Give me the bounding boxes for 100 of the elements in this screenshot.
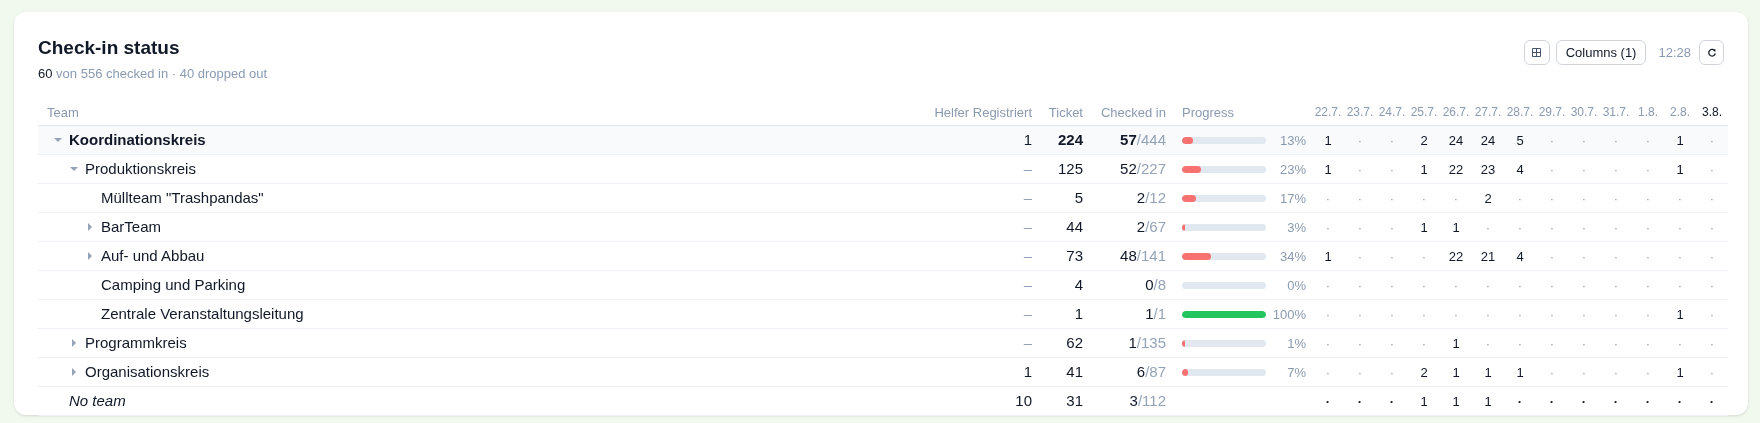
date-cell-text: ·	[1484, 334, 1492, 353]
date-cell-text: 2	[1483, 189, 1493, 208]
date-cell-text: 1	[1419, 160, 1429, 179]
date-header: 24.7.	[1377, 104, 1407, 122]
date-cell-text: 1	[1675, 160, 1685, 179]
table-cell-text: –	[1022, 333, 1032, 353]
date-cell-text: ·	[1452, 276, 1460, 295]
date-cell-text: ·	[1484, 218, 1492, 237]
date-cell-text: ·	[1644, 160, 1652, 179]
table-cell-text: 10	[1014, 391, 1032, 411]
date-header: 22.7.	[1313, 104, 1343, 122]
table-cell-text: –	[1022, 188, 1032, 208]
date-cell-text: 21	[1479, 247, 1497, 266]
date-cell-text: ·	[1612, 131, 1620, 150]
table-cell-text: 48/141	[1119, 246, 1166, 266]
team-name: Zentrale Veranstaltungsleitung	[101, 304, 304, 324]
date-cell-text: ·	[1516, 276, 1524, 295]
table-cell-text: 52/227	[1119, 159, 1166, 179]
team-name: Produktionskreis	[85, 159, 196, 179]
date-cell-text: ·	[1324, 392, 1332, 411]
date-cell-text: ·	[1452, 189, 1460, 208]
date-cell-text: 1	[1515, 363, 1525, 382]
date-cell-text: ·	[1548, 363, 1556, 382]
date-header: 27.7.	[1473, 104, 1503, 122]
date-cell-text: ·	[1452, 305, 1460, 324]
date-cell-text: ·	[1420, 189, 1428, 208]
date-cell-text: ·	[1676, 392, 1684, 411]
date-cell-text: ·	[1644, 334, 1652, 353]
date-cell-text: ·	[1388, 131, 1396, 150]
date-cell-text: ·	[1388, 218, 1396, 237]
date-cell-text: ·	[1612, 160, 1620, 179]
date-cell-text: 1	[1323, 247, 1333, 266]
date-cell-text: ·	[1708, 247, 1716, 266]
date-cell-text: ·	[1644, 218, 1652, 237]
date-cell-text: ·	[1676, 189, 1684, 208]
date-cell-text: 1	[1451, 392, 1461, 411]
date-cell-text: ·	[1484, 305, 1492, 324]
date-cell-text: ·	[1324, 334, 1332, 353]
date-header: 26.7.	[1441, 104, 1471, 122]
date-cell-text: ·	[1356, 334, 1364, 353]
date-cell-text: 4	[1515, 160, 1525, 179]
date-cell-text: ·	[1388, 392, 1396, 411]
date-header: 23.7.	[1345, 104, 1375, 122]
progress-percent: 100%	[1272, 305, 1306, 324]
date-cell-text: ·	[1580, 247, 1588, 266]
date-cell-text: 1	[1675, 363, 1685, 382]
date-cell-text: ·	[1324, 218, 1332, 237]
date-cell-text: ·	[1612, 334, 1620, 353]
date-cell-text: ·	[1356, 392, 1364, 411]
date-cell-text: ·	[1516, 218, 1524, 237]
date-cell-text: ·	[1708, 334, 1716, 353]
date-cell-text: 1	[1323, 131, 1333, 150]
date-cell-text: ·	[1708, 189, 1716, 208]
column-header: Team	[46, 103, 80, 122]
date-cell-text: ·	[1708, 276, 1716, 295]
date-cell-text: ·	[1388, 276, 1396, 295]
grid-view-button[interactable]	[1523, 40, 1550, 65]
columns-button[interactable]: Columns (1)	[1555, 40, 1647, 65]
date-cell-text: ·	[1420, 334, 1428, 353]
date-cell-text: 24	[1479, 131, 1497, 150]
caret-right-icon[interactable]	[85, 251, 95, 262]
progress-percent: 23%	[1279, 160, 1306, 179]
date-cell-text: ·	[1644, 247, 1652, 266]
date-cell-text: ·	[1516, 305, 1524, 324]
date-cell-text: ·	[1708, 160, 1716, 179]
progress-percent: 3%	[1287, 218, 1306, 237]
team-name: Organisationskreis	[85, 362, 210, 382]
table-cell-text: 2/67	[1135, 217, 1166, 237]
team-name: No team	[69, 391, 126, 411]
date-header: 3.8.	[1701, 104, 1723, 122]
date-cell-text: ·	[1388, 363, 1396, 382]
date-cell-text: ·	[1356, 131, 1364, 150]
caret-right-icon[interactable]	[85, 222, 95, 233]
date-cell-text: ·	[1548, 189, 1556, 208]
date-cell-text: ·	[1548, 334, 1556, 353]
date-cell-text: 23	[1479, 160, 1497, 179]
date-cell-text: ·	[1420, 305, 1428, 324]
date-cell-text: ·	[1644, 131, 1652, 150]
table-cell-text: –	[1022, 304, 1032, 324]
refresh-button[interactable]	[1699, 40, 1724, 65]
summary-text: 60 von 556 checked in · 40 dropped out	[38, 64, 268, 83]
date-cell-text: ·	[1708, 131, 1716, 150]
date-cell-text: ·	[1516, 189, 1524, 208]
date-cell-text: ·	[1580, 160, 1588, 179]
caret-right-icon[interactable]	[69, 367, 79, 378]
date-cell-text: ·	[1388, 305, 1396, 324]
team-name: Koordinationskreis	[69, 130, 206, 150]
date-cell-text: ·	[1548, 160, 1556, 179]
date-header: 25.7.	[1409, 104, 1439, 122]
table-cell-text: 2/12	[1135, 188, 1166, 208]
date-cell-text: ·	[1612, 363, 1620, 382]
team-name: Auf- und Abbau	[101, 246, 205, 266]
table-cell-text: 1	[1022, 130, 1032, 150]
caret-right-icon[interactable]	[69, 338, 79, 349]
date-cell-text: ·	[1324, 363, 1332, 382]
date-cell-text: ·	[1676, 218, 1684, 237]
date-cell-text: 1	[1419, 218, 1429, 237]
date-cell-text: ·	[1580, 276, 1588, 295]
table-cell-text: –	[1022, 246, 1032, 266]
date-cell-text: ·	[1356, 160, 1364, 179]
